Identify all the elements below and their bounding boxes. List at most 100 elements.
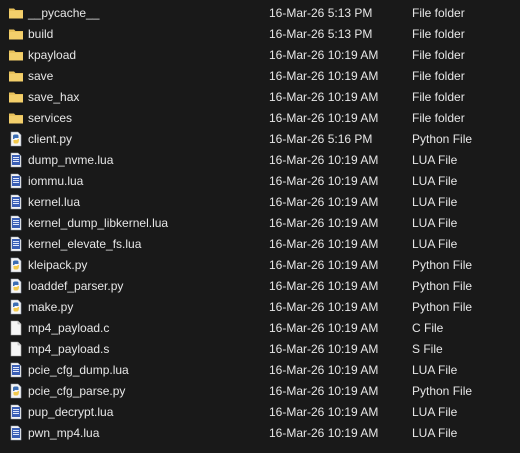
file-type: File folder	[412, 111, 465, 125]
python-file-icon	[8, 257, 24, 273]
python-file-icon	[8, 131, 24, 147]
file-type: Python File	[412, 258, 473, 272]
python-file-icon	[8, 299, 24, 315]
file-row[interactable]: loaddef_parser.py 16-Mar-26 10:19 AM Pyt…	[0, 276, 520, 297]
file-name: pcie_cfg_parse.py	[28, 384, 126, 398]
file-date-modified: 16-Mar-26 10:19 AM	[269, 342, 379, 356]
file-row[interactable]: make.py 16-Mar-26 10:19 AM Python File	[0, 297, 520, 318]
file-row[interactable]: kpayload 16-Mar-26 10:19 AM File folder	[0, 45, 520, 66]
file-name: mp4_payload.s	[28, 342, 110, 356]
file-date-modified: 16-Mar-26 5:13 PM	[269, 27, 373, 41]
file-name: kernel_elevate_fs.lua	[28, 237, 142, 251]
file-type: LUA File	[412, 153, 458, 167]
lua-file-icon	[8, 152, 24, 168]
file-name: iommu.lua	[28, 174, 84, 188]
file-date-modified: 16-Mar-26 5:16 PM	[269, 132, 373, 146]
file-type: File folder	[412, 27, 465, 41]
lua-file-icon	[8, 425, 24, 441]
file-name: pwn_mp4.lua	[28, 426, 100, 440]
file-name: kleipack.py	[28, 258, 88, 272]
file-name: save_hax	[28, 90, 80, 104]
file-row[interactable]: pwn_mp4.lua 16-Mar-26 10:19 AM LUA File	[0, 423, 520, 444]
file-row[interactable]: dump_nvme.lua 16-Mar-26 10:19 AM LUA Fil…	[0, 150, 520, 171]
file-row[interactable]: pup_decrypt.lua 16-Mar-26 10:19 AM LUA F…	[0, 402, 520, 423]
file-type: LUA File	[412, 195, 458, 209]
file-row[interactable]: kernel.lua 16-Mar-26 10:19 AM LUA File	[0, 192, 520, 213]
file-date-modified: 16-Mar-26 10:19 AM	[269, 384, 379, 398]
file-date-modified: 16-Mar-26 10:19 AM	[269, 237, 379, 251]
lua-file-icon	[8, 215, 24, 231]
file-row[interactable]: kernel_elevate_fs.lua 16-Mar-26 10:19 AM…	[0, 234, 520, 255]
file-row[interactable]: kleipack.py 16-Mar-26 10:19 AM Python Fi…	[0, 255, 520, 276]
file-row[interactable]: save 16-Mar-26 10:19 AM File folder	[0, 66, 520, 87]
folder-icon	[8, 26, 24, 42]
file-type: LUA File	[412, 426, 458, 440]
generic-file-icon	[8, 320, 24, 336]
file-row[interactable]: build 16-Mar-26 5:13 PM File folder	[0, 24, 520, 45]
file-name: kernel.lua	[28, 195, 81, 209]
folder-icon	[8, 68, 24, 84]
folder-icon	[8, 5, 24, 21]
file-date-modified: 16-Mar-26 10:19 AM	[269, 195, 379, 209]
file-row[interactable]: __pycache__ 16-Mar-26 5:13 PM File folde…	[0, 3, 520, 24]
file-date-modified: 16-Mar-26 10:19 AM	[269, 426, 379, 440]
file-date-modified: 16-Mar-26 10:19 AM	[269, 300, 379, 314]
file-name: build	[28, 27, 54, 41]
file-type: C File	[412, 321, 444, 335]
file-type: File folder	[412, 90, 465, 104]
folder-icon	[8, 110, 24, 126]
file-name: pcie_cfg_dump.lua	[28, 363, 129, 377]
lua-file-icon	[8, 362, 24, 378]
file-type: LUA File	[412, 237, 458, 251]
file-type: LUA File	[412, 216, 458, 230]
file-date-modified: 16-Mar-26 10:19 AM	[269, 90, 379, 104]
lua-file-icon	[8, 236, 24, 252]
file-row[interactable]: mp4_payload.s 16-Mar-26 10:19 AM S File	[0, 339, 520, 360]
file-type: Python File	[412, 300, 473, 314]
generic-file-icon	[8, 341, 24, 357]
file-date-modified: 16-Mar-26 10:19 AM	[269, 69, 379, 83]
file-row[interactable]: services 16-Mar-26 10:19 AM File folder	[0, 108, 520, 129]
file-row[interactable]: save_hax 16-Mar-26 10:19 AM File folder	[0, 87, 520, 108]
file-name: mp4_payload.c	[28, 321, 110, 335]
file-date-modified: 16-Mar-26 10:19 AM	[269, 174, 379, 188]
file-row[interactable]: client.py 16-Mar-26 5:16 PM Python File	[0, 129, 520, 150]
file-type: Python File	[412, 132, 473, 146]
lua-file-icon	[8, 173, 24, 189]
file-type: Python File	[412, 279, 473, 293]
file-row[interactable]: pcie_cfg_dump.lua 16-Mar-26 10:19 AM LUA…	[0, 360, 520, 381]
file-name: save	[28, 69, 54, 83]
file-list: __pycache__ 16-Mar-26 5:13 PM File folde…	[0, 3, 520, 444]
file-date-modified: 16-Mar-26 5:13 PM	[269, 6, 373, 20]
file-name: kernel_dump_libkernel.lua	[28, 216, 169, 230]
file-name: services	[28, 111, 73, 125]
file-date-modified: 16-Mar-26 10:19 AM	[269, 405, 379, 419]
file-type: LUA File	[412, 174, 458, 188]
file-date-modified: 16-Mar-26 10:19 AM	[269, 216, 379, 230]
file-name: dump_nvme.lua	[28, 153, 114, 167]
file-name: make.py	[28, 300, 74, 314]
file-row[interactable]: pcie_cfg_parse.py 16-Mar-26 10:19 AM Pyt…	[0, 381, 520, 402]
file-type: File folder	[412, 6, 465, 20]
file-date-modified: 16-Mar-26 10:19 AM	[269, 111, 379, 125]
lua-file-icon	[8, 404, 24, 420]
file-type: LUA File	[412, 405, 458, 419]
file-date-modified: 16-Mar-26 10:19 AM	[269, 48, 379, 62]
file-name: loaddef_parser.py	[28, 279, 124, 293]
file-type: Python File	[412, 384, 473, 398]
file-date-modified: 16-Mar-26 10:19 AM	[269, 363, 379, 377]
file-date-modified: 16-Mar-26 10:19 AM	[269, 258, 379, 272]
file-row[interactable]: iommu.lua 16-Mar-26 10:19 AM LUA File	[0, 171, 520, 192]
file-row[interactable]: mp4_payload.c 16-Mar-26 10:19 AM C File	[0, 318, 520, 339]
file-type: LUA File	[412, 363, 458, 377]
python-file-icon	[8, 383, 24, 399]
file-name: __pycache__	[28, 6, 100, 20]
file-row[interactable]: kernel_dump_libkernel.lua 16-Mar-26 10:1…	[0, 213, 520, 234]
file-type: S File	[412, 342, 443, 356]
file-name: kpayload	[28, 48, 77, 62]
file-type: File folder	[412, 69, 465, 83]
file-date-modified: 16-Mar-26 10:19 AM	[269, 279, 379, 293]
lua-file-icon	[8, 194, 24, 210]
file-name: pup_decrypt.lua	[28, 405, 114, 419]
folder-icon	[8, 89, 24, 105]
